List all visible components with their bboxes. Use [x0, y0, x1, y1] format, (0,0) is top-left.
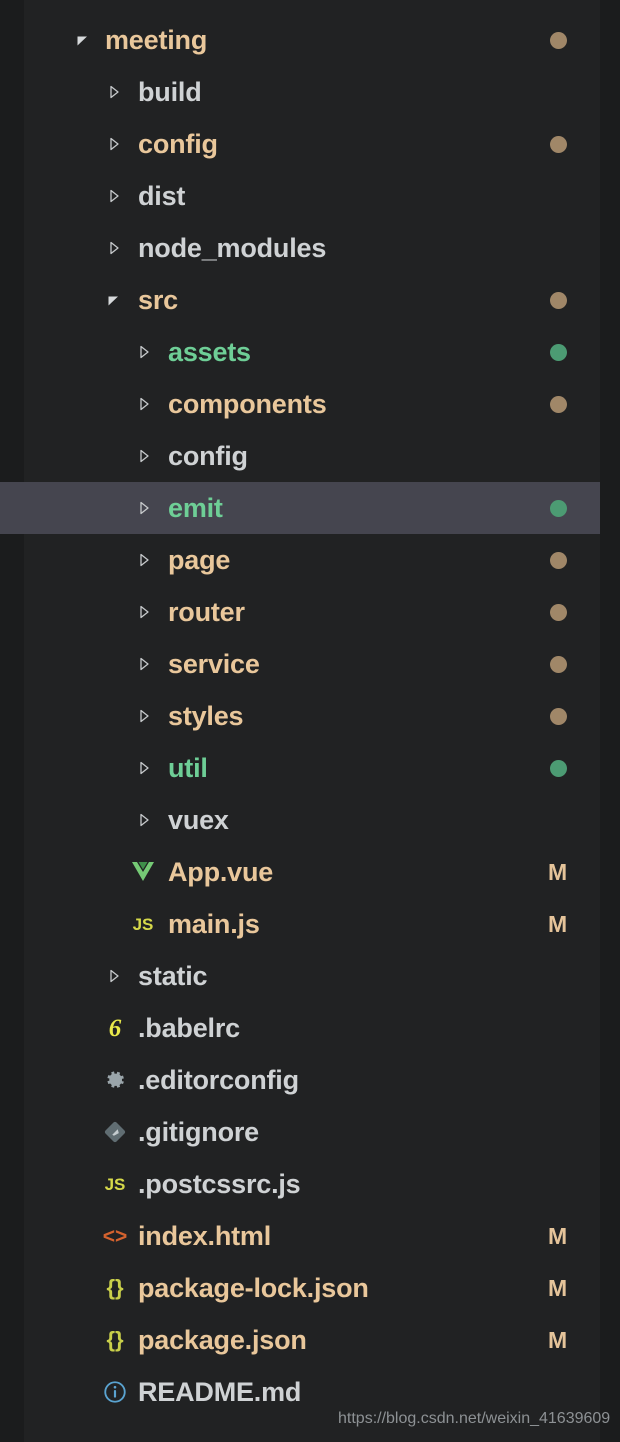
tree-item-label: README.md: [138, 1376, 302, 1407]
tree-file-row[interactable]: 6 .babelrc: [0, 1002, 600, 1054]
tree-item-label: router: [168, 596, 245, 627]
chevron-collapsed-icon[interactable]: [133, 549, 155, 571]
tree-folder-row[interactable]: router: [0, 586, 600, 638]
tree-file-row[interactable]: App.vue M: [0, 846, 600, 898]
chevron-collapsed-icon[interactable]: [103, 965, 125, 987]
tree-item-label: styles: [168, 700, 244, 731]
tree-item-label: package.json: [138, 1324, 307, 1355]
tree-folder-row[interactable]: emit: [0, 482, 600, 534]
tree-folder-row[interactable]: config: [0, 118, 600, 170]
tree-item-label: node_modules: [138, 232, 327, 263]
tree-item-label: service: [168, 648, 260, 679]
tree-item-label: assets: [168, 336, 251, 367]
chevron-collapsed-icon[interactable]: [103, 237, 125, 259]
tree-file-row[interactable]: JS .postcssrc.js: [0, 1158, 600, 1210]
tree-item-label: package-lock.json: [138, 1272, 369, 1303]
chevron-expanded-icon[interactable]: [103, 289, 125, 311]
status-dot-modified: [550, 655, 567, 673]
tree-item-label: config: [138, 128, 218, 159]
tree-item-label: build: [138, 76, 202, 107]
html-icon: <>: [102, 1224, 128, 1248]
tree-folder-row[interactable]: components: [0, 378, 600, 430]
tree-item-label: src: [138, 284, 178, 315]
chevron-collapsed-icon[interactable]: [133, 809, 155, 831]
tree-folder-row[interactable]: src: [0, 274, 600, 326]
tree-item-label: index.html: [138, 1220, 272, 1251]
tree-folder-row[interactable]: config: [0, 430, 600, 482]
tree-folder-row[interactable]: vuex: [0, 794, 600, 846]
tree-item-label: emit: [168, 492, 223, 523]
status-dot-modified: [550, 603, 567, 621]
tree-file-row[interactable]: .editorconfig: [0, 1054, 600, 1106]
status-dot-modified: [550, 291, 567, 309]
tree-folder-row[interactable]: styles: [0, 690, 600, 742]
chevron-collapsed-icon[interactable]: [103, 185, 125, 207]
tree-item-label: .gitignore: [138, 1116, 259, 1147]
js-icon: JS: [132, 914, 154, 934]
chevron-collapsed-icon[interactable]: [133, 497, 155, 519]
status-badge-modified: M: [548, 910, 568, 937]
chevron-collapsed-icon[interactable]: [133, 445, 155, 467]
tree-folder-row[interactable]: assets: [0, 326, 600, 378]
babel-icon: 6: [108, 1014, 122, 1042]
tree-item-label: page: [168, 544, 231, 575]
tree-item-label: .postcssrc.js: [138, 1168, 301, 1199]
chevron-collapsed-icon[interactable]: [133, 705, 155, 727]
tree-file-row[interactable]: JS main.js M: [0, 898, 600, 950]
status-badge-modified: M: [548, 1326, 568, 1353]
tree-root: meeting build config dist node_modulessrc ass…: [0, 0, 620, 1418]
chevron-collapsed-icon[interactable]: [133, 653, 155, 675]
vue-icon: [128, 857, 158, 887]
tree-item-label: static: [138, 960, 208, 991]
json-icon: {}: [106, 1275, 124, 1300]
status-dot-modified: [550, 551, 567, 569]
status-badge-modified: M: [548, 858, 568, 885]
chevron-collapsed-icon[interactable]: [133, 757, 155, 779]
chevron-collapsed-icon[interactable]: [103, 133, 125, 155]
tree-folder-row[interactable]: page: [0, 534, 600, 586]
tree-item-label: components: [168, 388, 327, 419]
chevron-collapsed-icon[interactable]: [133, 601, 155, 623]
tree-folder-row[interactable]: build: [0, 66, 600, 118]
tree-item-label: .babelrc: [138, 1012, 240, 1043]
tree-item-label: main.js: [168, 908, 260, 939]
chevron-collapsed-icon[interactable]: [103, 81, 125, 103]
status-badge-modified: M: [548, 1222, 568, 1249]
json-icon: {}: [106, 1327, 124, 1352]
chevron-collapsed-icon[interactable]: [133, 393, 155, 415]
tree-item-label: config: [168, 440, 248, 471]
tree-item-label: dist: [138, 180, 186, 211]
status-dot-modified: [550, 135, 567, 153]
tree-folder-row[interactable]: util: [0, 742, 600, 794]
tree-file-row[interactable]: <> index.html M: [0, 1210, 600, 1262]
tree-folder-row[interactable]: node_modules: [0, 222, 600, 274]
status-dot-modified: [550, 395, 567, 413]
status-dot-modified: [550, 707, 567, 725]
tree-folder-row[interactable]: static: [0, 950, 600, 1002]
watermark-url: https://blog.csdn.net/weixin_41639609: [338, 1410, 611, 1427]
tree-file-row[interactable]: {} package-lock.json M: [0, 1262, 600, 1314]
tree-item-label: App.vue: [168, 856, 274, 887]
tree-file-row[interactable]: .gitignore: [0, 1106, 600, 1158]
tree-folder-row[interactable]: dist: [0, 170, 600, 222]
chevron-collapsed-icon[interactable]: [133, 341, 155, 363]
status-dot-untracked: [550, 759, 567, 777]
chevron-expanded-icon[interactable]: [72, 29, 94, 51]
git-icon: [100, 1117, 130, 1147]
info-icon: [100, 1377, 130, 1407]
tree-item-label: vuex: [168, 804, 229, 835]
file-explorer-tree: meeting build config dist node_modulessrc ass…: [0, 0, 620, 1442]
tree-folder-row[interactable]: meeting: [0, 14, 600, 66]
js-icon: JS: [104, 1174, 126, 1194]
tree-file-row[interactable]: {} package.json M: [0, 1314, 600, 1366]
gear-icon: [100, 1065, 130, 1095]
status-badge-modified: M: [548, 1274, 568, 1301]
tree-item-label: .editorconfig: [138, 1064, 299, 1095]
status-dot-modified: [550, 31, 567, 49]
status-dot-untracked: [550, 499, 567, 517]
tree-folder-row[interactable]: service: [0, 638, 600, 690]
status-dot-untracked: [550, 343, 567, 361]
tree-item-label: util: [168, 752, 208, 783]
tree-item-label: meeting: [105, 24, 208, 55]
